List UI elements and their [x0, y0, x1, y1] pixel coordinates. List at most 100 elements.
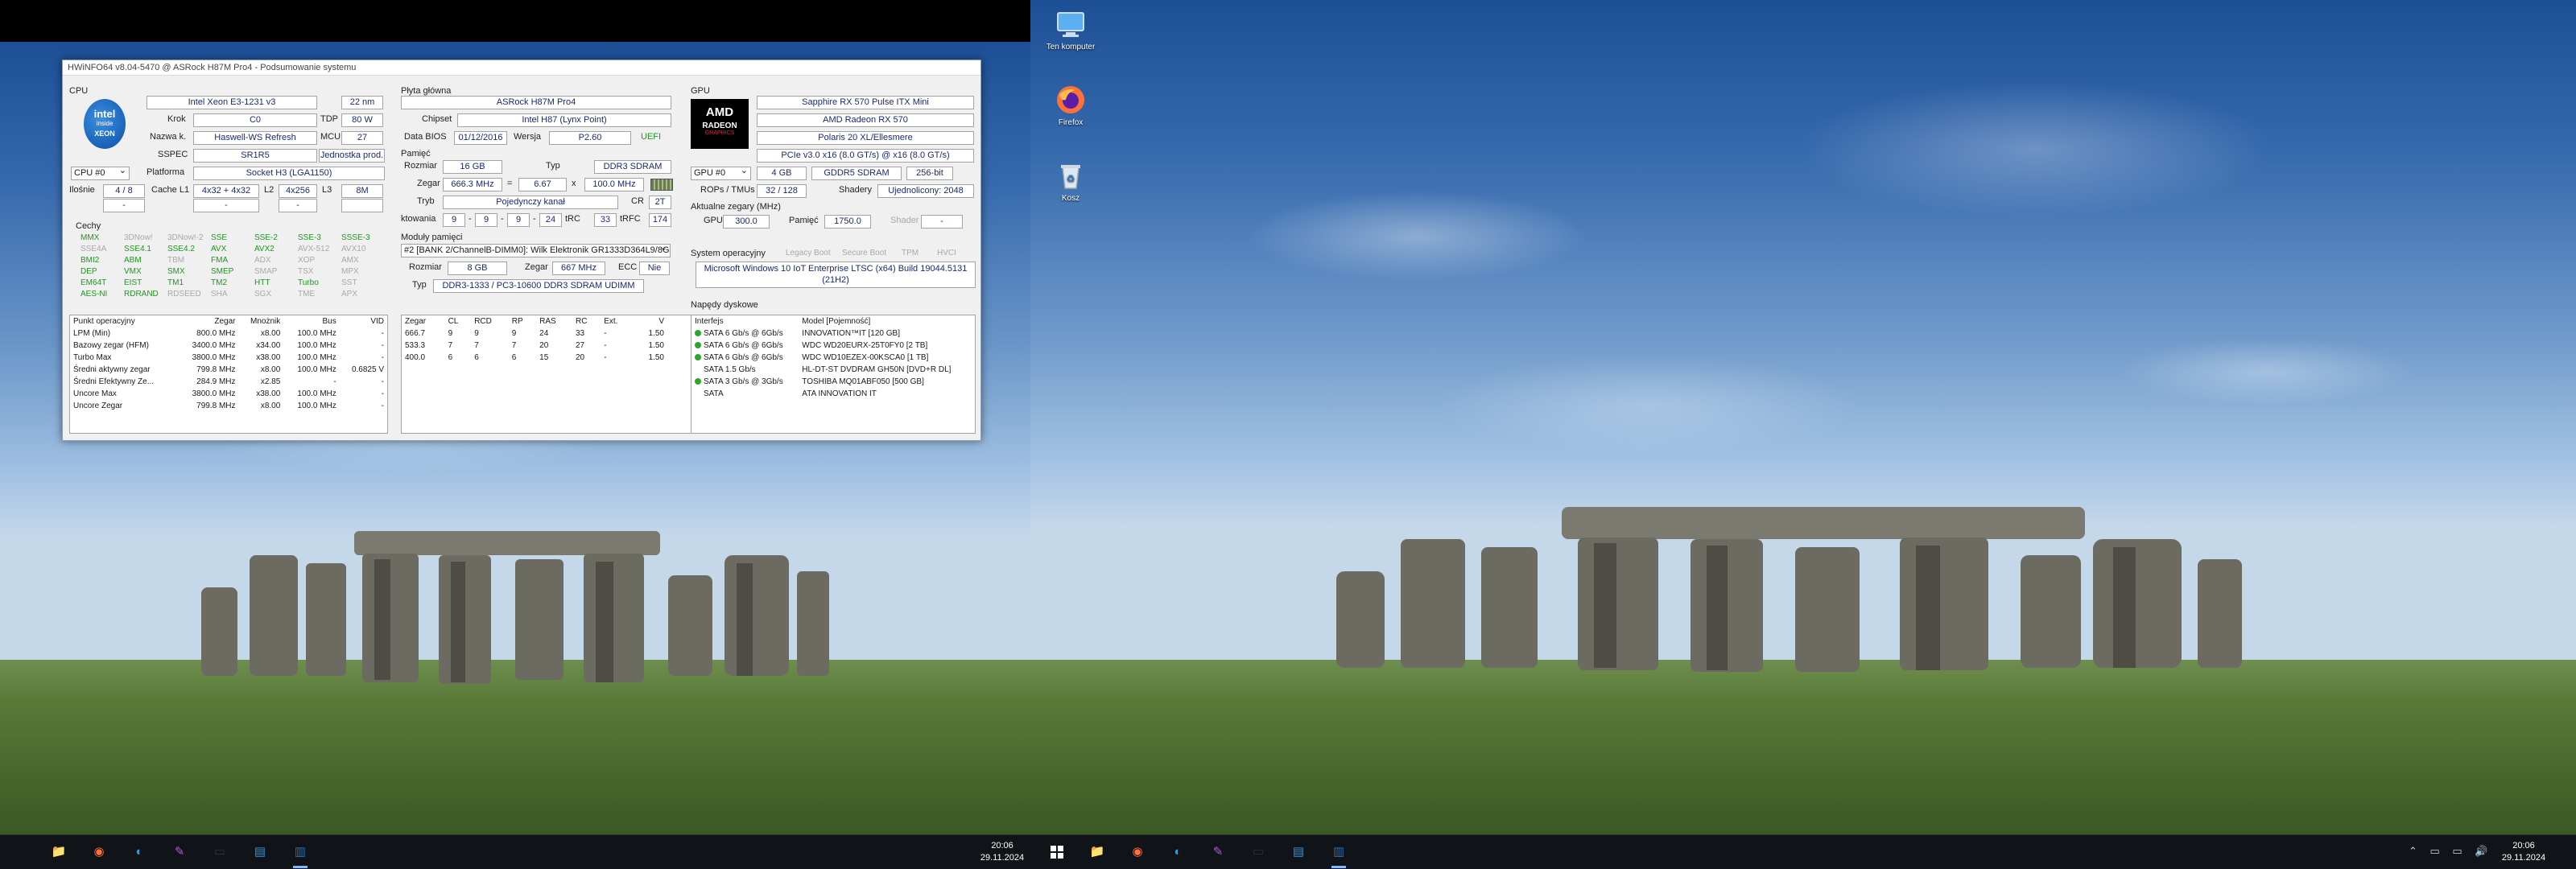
right-clock[interactable]: 20:06 29.11.2024: [2487, 840, 2560, 864]
table-row: 533.3 7 7 7 20 27 - 1.50: [402, 340, 667, 352]
prod-unit-button[interactable]: Jednostka prod.: [319, 149, 385, 163]
taskbar-app-button[interactable]: ◐: [1167, 842, 1188, 863]
timing-sep-1: -: [469, 214, 472, 224]
table-row[interactable]: SATA 6 Gb/s @ 6Gb/s WDC WD20EURX-25T0FY0 …: [691, 340, 975, 352]
start-button[interactable]: [1046, 842, 1067, 863]
drive-interface: SATA 6 Gb/s @ 6Gb/s: [691, 352, 799, 364]
desktop-icon[interactable]: ♻ Kosz: [1042, 159, 1099, 203]
cpu-feature: AVX2: [254, 245, 275, 253]
cpu-l3-extra: [341, 199, 383, 212]
window-title[interactable]: HWiNFO64 v8.04-5470 @ ASRock H87M Pro4 -…: [63, 60, 980, 76]
bios-version: P2.60: [549, 131, 631, 145]
os-flag-tpm: TPM: [902, 249, 919, 257]
taskbar-app-button[interactable]: ◉: [1127, 842, 1148, 863]
table-row[interactable]: SATA 6 Gb/s @ 6Gb/s WDC WD10EZEX-00KSCA0 …: [691, 352, 975, 364]
cpu-feature: SSE4A: [80, 245, 107, 253]
table-header-cell: Interfejs: [695, 317, 724, 326]
cpu-stepping: C0: [193, 113, 317, 127]
table-cell: Uncore Zegar: [73, 402, 123, 410]
amd-logo-graphics: GRAPHICS: [704, 130, 735, 136]
table-cell: -: [604, 341, 607, 350]
intel-logo-inside: inside: [96, 120, 114, 127]
drive-status-none-icon: [695, 366, 701, 373]
table-cell: -: [381, 389, 384, 398]
module-clock: 667 MHz: [552, 262, 605, 275]
table-cell: 20: [539, 341, 549, 350]
gpu-selector[interactable]: GPU #0: [691, 167, 751, 180]
cpu-feature: FMA: [211, 256, 229, 265]
cpu-l2: 4x256: [279, 184, 317, 198]
desktop-icon[interactable]: Ten komputer: [1042, 8, 1099, 51]
table-cell: 533.3: [405, 341, 426, 350]
table-cell: 20: [575, 353, 585, 362]
cpu-l3: 8M: [341, 184, 383, 198]
os-name-line1: Microsoft Windows 10 IoT Enterprise LTSC…: [704, 264, 968, 274]
table-row[interactable]: SATA 1.5 Gb/s HL-DT-ST DVDRAM GH50N [DVD+…: [691, 364, 975, 376]
gpu-clock-label: GPU: [704, 216, 723, 225]
taskbar-app-button[interactable]: ✎: [1208, 842, 1228, 863]
drive-interface-text: SATA 6 Gb/s @ 6Gb/s: [704, 341, 783, 350]
system-tray[interactable]: ⌃ ▭ ▭ 🔊: [2409, 845, 2492, 858]
taskbar-app-button[interactable]: ▥: [1328, 842, 1349, 868]
os-name: Microsoft Windows 10 IoT Enterprise LTSC…: [696, 262, 976, 288]
memory-timing-panel: Zegar CL RCD RP RAS RC Ext. V 666.7 9 9 9 24 33-1.50 5…: [401, 315, 733, 434]
cpu-selector[interactable]: CPU #0: [71, 167, 130, 180]
table-row[interactable]: SATA 6 Gb/s @ 6Gb/s INNOVATION™IT [120 GB…: [691, 327, 975, 340]
table-cell: Bazowy zegar (HFM): [73, 341, 149, 350]
sspec-label: SSPEC: [158, 150, 188, 159]
table-row: Turbo Max 3800.0 MHz x38.00 100.0 MHz -: [70, 352, 387, 364]
taskbar-app-button[interactable]: ▥: [290, 842, 311, 868]
edge-icon: ◐: [135, 845, 143, 859]
gpu-vram: 4 GB: [757, 167, 807, 180]
terminal-icon: ▭: [213, 845, 226, 859]
table-row: Średni Efektywny Ze... 284.9 MHz x2.85 - -: [70, 376, 387, 388]
drive-interface-text: SATA 3 Gb/s @ 3Gb/s: [704, 377, 783, 386]
os-name-line2: (21H2): [822, 275, 849, 285]
cpu-platform: Socket H3 (LGA1150): [193, 167, 385, 180]
intel-logo-xeon: XEON: [94, 130, 115, 138]
table-header-cell: Zegar: [405, 317, 427, 326]
cpu-feature: SGX: [254, 290, 272, 299]
table-cell: 100.0 MHz: [297, 329, 336, 338]
cpu-feature: 3DNow!: [124, 233, 153, 242]
cpu-feature: SSE-2: [254, 233, 278, 242]
desktop-icon[interactable]: Firefox: [1042, 84, 1099, 127]
taskbar-app-button[interactable]: ◉: [89, 842, 109, 863]
table-row: Bazowy zegar (HFM) 3400.0 MHz x34.00 100.0 …: [70, 340, 387, 352]
taskbar-app-button[interactable]: ✎: [169, 842, 190, 863]
table-row[interactable]: SATA ATA INNOVATION IT: [691, 388, 975, 400]
table-cell: Uncore Max: [73, 389, 117, 398]
taskbar-app-button[interactable]: ▭: [1248, 842, 1269, 863]
memory-module-selector[interactable]: #2 [BANK 2/ChannelB-DIMM0]: Wilk Elektro…: [401, 244, 671, 257]
intel-xeon-logo: intel inside XEON: [84, 99, 126, 149]
desktop-icon-label: Ten komputer: [1046, 43, 1096, 51]
timing-sep-3: -: [533, 214, 536, 224]
file-explorer-icon: 📁: [1089, 845, 1105, 859]
platform-label: Platforma: [147, 167, 185, 177]
taskbar-app-button[interactable]: ▭: [209, 842, 230, 863]
left-clock[interactable]: 20:06 29.11.2024: [966, 840, 1030, 864]
taskbar-app-button[interactable]: ▤: [1288, 842, 1309, 863]
taskbar-app-button[interactable]: ◐: [129, 842, 150, 863]
drive-interface: SATA 6 Gb/s @ 6Gb/s: [691, 340, 799, 352]
drives-panel: Interfejs Model [Pojemność] SATA 6 Gb/s @ …: [691, 315, 976, 434]
taskbar-app-button[interactable]: ▤: [250, 842, 270, 863]
table-header-cell: Ext.: [604, 317, 618, 326]
table-cell: LPM (Min): [73, 329, 111, 338]
taskbar-app-button[interactable]: 📁: [48, 842, 69, 863]
mem-bus: 100.0 MHz: [584, 178, 644, 192]
mem-cr: 2T: [649, 196, 671, 209]
drive-model: INNOVATION™IT [120 GB]: [802, 329, 900, 338]
drive-interface-text: SATA 6 Gb/s @ 6Gb/s: [704, 353, 783, 362]
drive-status-ok-icon: [695, 342, 701, 348]
table-row[interactable]: SATA 3 Gb/s @ 3Gb/s TOSHIBA MQ01ABF050 [5…: [691, 376, 975, 388]
drives-table: Interfejs Model [Pojemność] SATA 6 Gb/s @ …: [691, 315, 975, 400]
taskbar-app-button[interactable]: 📁: [1087, 842, 1108, 863]
table-cell: x8.00: [260, 365, 281, 374]
cpu-l2-extra: -: [279, 199, 317, 212]
mem-clock-label: Zegar: [417, 179, 440, 188]
table-cell: 1.50: [648, 353, 664, 362]
hwinfo-window[interactable]: HWiNFO64 v8.04-5470 @ ASRock H87M Pro4 -…: [62, 60, 981, 441]
cpu-features-grid: MMX 3DNow! 3DNow!-2 SSE SSE-2 SSE-3 SSSE-3 SSE4…: [80, 233, 386, 305]
drive-model: HL-DT-ST DVDRAM GH50N [DVD+R DL]: [802, 365, 952, 374]
